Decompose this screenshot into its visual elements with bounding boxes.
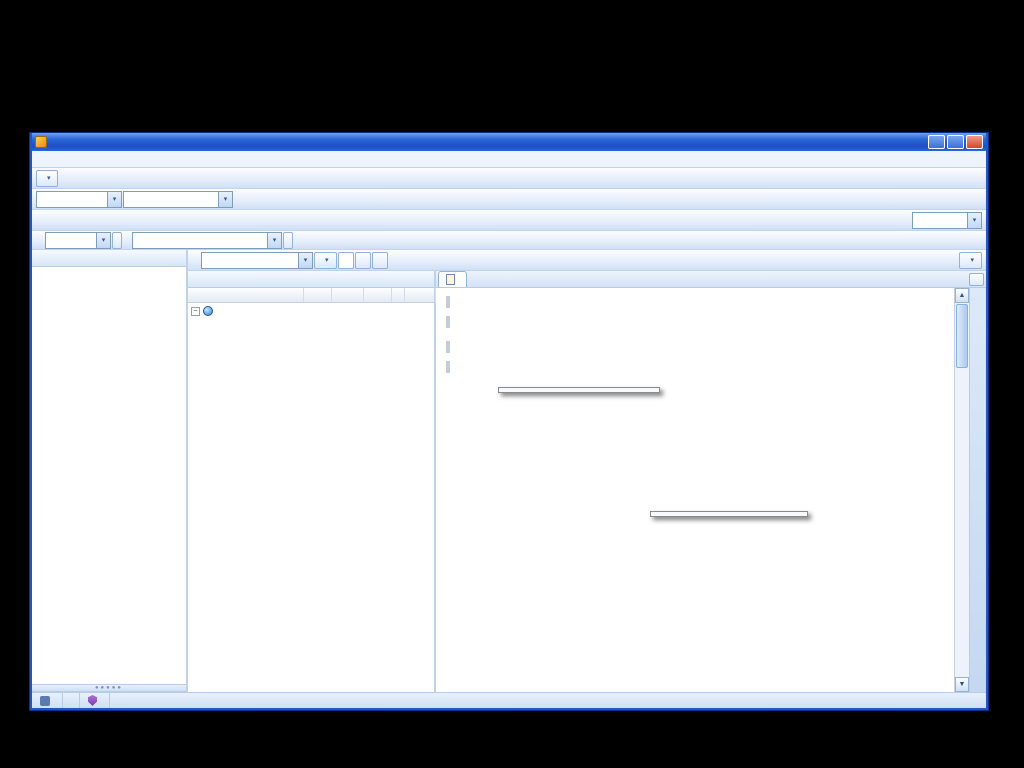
panel-splitter[interactable]: ●●●●●: [32, 684, 186, 692]
code-at-name-combo[interactable]: ▾: [45, 231, 111, 249]
scroll-track[interactable]: [955, 303, 969, 677]
status-bar: [32, 692, 986, 708]
expander-icon[interactable]: −: [191, 306, 200, 316]
code-at-bar: ▾ ▾: [32, 231, 986, 250]
minimize-button[interactable]: [928, 135, 945, 149]
toolbar-main: ▾: [32, 168, 986, 189]
column-name[interactable]: [188, 288, 304, 302]
node-icon: [203, 306, 213, 316]
tree-nodes-list-panel: −: [188, 271, 436, 692]
font-combo[interactable]: ▾: [123, 190, 233, 208]
dropdown-arrow-icon: ▾: [47, 175, 51, 182]
scroll-down-button[interactable]: ▼: [955, 677, 969, 692]
options-button[interactable]: ▾: [959, 251, 982, 269]
dropdown-arrow-icon: ▾: [267, 232, 281, 248]
detail-panel: ▲ ▼: [436, 271, 986, 692]
document-view: [436, 288, 954, 692]
search-scope-button[interactable]: [337, 251, 354, 269]
toolbar-media: ▾: [32, 210, 986, 231]
list-column-header: [188, 288, 436, 303]
document-icon: [446, 274, 455, 285]
dropdown-arrow-icon: ▾: [967, 212, 981, 228]
navigation-panel: ●●●●●: [32, 250, 188, 692]
detail-tab[interactable]: [438, 271, 467, 287]
media-combo[interactable]: ▾: [912, 211, 982, 229]
column-created-by[interactable]: [392, 288, 405, 302]
search-bar: ▾ ▾ ▾: [188, 250, 986, 271]
find-now-button[interactable]: [354, 251, 371, 269]
dropdown-arrow-icon: ▾: [970, 257, 974, 264]
code-selection-submenu: [650, 511, 808, 517]
coded-source-header: [446, 296, 944, 308]
detail-tab-strip: [436, 271, 986, 288]
style-combo[interactable]: ▾: [36, 190, 122, 208]
close-button[interactable]: [966, 135, 983, 149]
dropdown-arrow-icon: ▾: [96, 232, 110, 248]
user-badge-icon: [40, 695, 50, 706]
app-icon: [35, 136, 47, 148]
status-filter: [80, 693, 110, 708]
scroll-thumb[interactable]: [956, 304, 968, 368]
tree-nodes-list: −: [188, 303, 434, 692]
dropdown-arrow-icon: ▾: [218, 191, 232, 207]
coded-source-header: [446, 341, 944, 353]
new-button[interactable]: ▾: [36, 169, 58, 187]
status-summary: [63, 693, 80, 708]
nodes-panel-header: [32, 250, 186, 267]
scroll-up-button[interactable]: ▲: [955, 288, 969, 303]
reference-label: [446, 316, 944, 328]
column-references[interactable]: [332, 288, 364, 302]
nvivo-window: ▾ ▾ ▾ ▾ ▾ ▾ ●●●●● ▾ ▾ ▾ − ▲ ▼: [30, 133, 988, 710]
tree-nodes-header: [188, 271, 434, 288]
maximize-button[interactable]: [947, 135, 964, 149]
menu-bar: [32, 151, 986, 168]
nodes-folder-tree: [32, 267, 186, 684]
code-at-in-browse-button[interactable]: [283, 231, 293, 249]
look-for-input[interactable]: ▾: [201, 251, 313, 269]
column-modified[interactable]: [405, 288, 436, 302]
main-area: ●●●●● ▾ ▾ ▾ − ▲ ▼: [32, 250, 986, 692]
vertical-scrollbar: ▲ ▼: [954, 288, 969, 692]
tree-node-parent-row[interactable]: −: [188, 304, 434, 318]
column-created[interactable]: [364, 288, 392, 302]
window-titlebar[interactable]: [32, 133, 986, 151]
code-at-in-combo[interactable]: ▾: [132, 231, 282, 249]
status-user: [32, 693, 63, 708]
reference-label: [446, 361, 944, 373]
dropdown-arrow-icon: ▾: [325, 257, 329, 264]
toolbar-format: ▾ ▾: [32, 189, 986, 210]
clear-button[interactable]: [371, 251, 388, 269]
search-in-button[interactable]: ▾: [314, 251, 337, 269]
detail-side-tabs: [969, 288, 986, 692]
detail-close-button[interactable]: [969, 273, 984, 286]
filter-shield-icon: [88, 695, 97, 706]
context-menu: [498, 387, 660, 393]
slide: ▾ ▾ ▾ ▾ ▾ ▾ ●●●●● ▾ ▾ ▾ − ▲ ▼: [0, 0, 1024, 768]
dropdown-arrow-icon: ▾: [298, 252, 312, 268]
code-at-browse-button[interactable]: [112, 231, 122, 249]
dropdown-arrow-icon: ▾: [107, 191, 121, 207]
column-sources[interactable]: [304, 288, 332, 302]
